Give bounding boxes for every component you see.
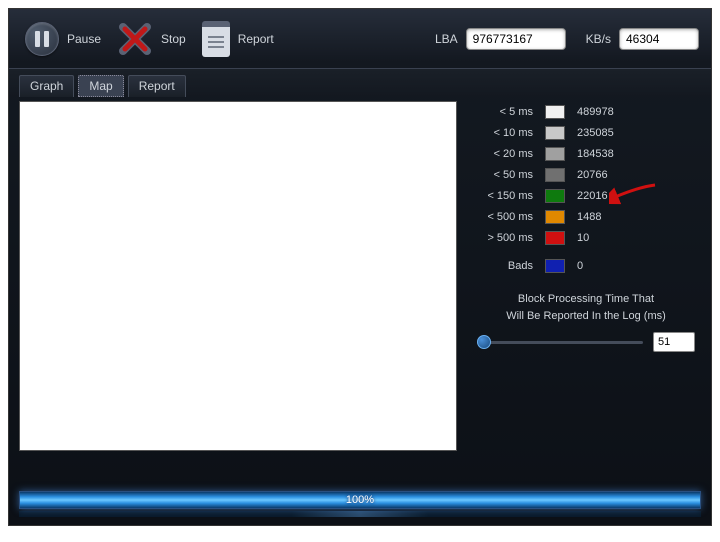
legend-value: 235085 [577, 127, 637, 139]
toolbar: Pause Stop Report LBA KB/s [9, 9, 711, 69]
legend-row-bads: Bads 0 [477, 259, 695, 273]
log-threshold-slider[interactable] [477, 341, 643, 344]
legend-value: 489978 [577, 106, 637, 118]
pause-icon [25, 22, 59, 56]
legend-label: < 500 ms [477, 211, 533, 223]
legend-panel: < 5 ms 489978 < 10 ms 235085 < 20 ms 184… [457, 101, 701, 459]
tab-report[interactable]: Report [128, 75, 186, 97]
lba-input[interactable] [466, 28, 566, 50]
pause-button[interactable]: Pause [21, 18, 105, 60]
slider-title-2: Will Be Reported In the Log (ms) [477, 308, 695, 325]
legend-swatch [545, 231, 565, 245]
legend-label: > 500 ms [477, 232, 533, 244]
kbs-input[interactable] [619, 28, 699, 50]
legend-row-gt500ms: > 500 ms 10 [477, 231, 695, 245]
legend-value: 10 [577, 232, 637, 244]
legend-row-150ms: < 150 ms 22016 [477, 189, 695, 203]
legend-row-500ms: < 500 ms 1488 [477, 210, 695, 224]
tab-graph[interactable]: Graph [19, 75, 74, 97]
legend-label: < 50 ms [477, 169, 533, 181]
legend-value: 184538 [577, 148, 637, 160]
stop-label: Stop [161, 32, 186, 46]
stop-icon [117, 21, 153, 57]
report-button[interactable]: Report [198, 17, 278, 61]
pause-label: Pause [67, 32, 101, 46]
legend-value: 20766 [577, 169, 637, 181]
progress-section: 100% [19, 491, 701, 517]
legend-label: < 150 ms [477, 190, 533, 202]
legend-swatch [545, 189, 565, 203]
lba-label: LBA [435, 32, 458, 46]
legend-value: 22016 [577, 190, 637, 202]
log-threshold-section: Block Processing Time That Will Be Repor… [477, 291, 695, 352]
stop-button[interactable]: Stop [113, 17, 190, 61]
legend-row-20ms: < 20 ms 184538 [477, 147, 695, 161]
content-area: < 5 ms 489978 < 10 ms 235085 < 20 ms 184… [9, 97, 711, 459]
slider-title-1: Block Processing Time That [477, 291, 695, 308]
slider-thumb[interactable] [477, 335, 491, 349]
legend-value: 1488 [577, 211, 637, 223]
tab-map[interactable]: Map [78, 75, 123, 97]
legend-swatch [545, 210, 565, 224]
kbs-label: KB/s [586, 32, 611, 46]
app-window: Pause Stop Report LBA KB/s Gra [8, 8, 712, 526]
legend-row-50ms: < 50 ms 20766 [477, 168, 695, 182]
legend-label: < 10 ms [477, 127, 533, 139]
legend-swatch [545, 259, 565, 273]
legend-row-10ms: < 10 ms 235085 [477, 126, 695, 140]
report-label: Report [238, 32, 274, 46]
log-threshold-input[interactable] [653, 332, 695, 352]
legend-swatch [545, 147, 565, 161]
progress-glow [19, 511, 701, 517]
legend-row-5ms: < 5 ms 489978 [477, 105, 695, 119]
legend-swatch [545, 105, 565, 119]
legend-swatch [545, 126, 565, 140]
map-canvas [19, 101, 457, 451]
legend-label: < 5 ms [477, 106, 533, 118]
legend-swatch [545, 168, 565, 182]
progress-bar: 100% [19, 491, 701, 509]
tab-bar: Graph Map Report [9, 69, 711, 97]
bads-value: 0 [577, 260, 637, 272]
clipboard-icon [202, 21, 230, 57]
legend-label: < 20 ms [477, 148, 533, 160]
progress-percent: 100% [346, 494, 374, 506]
bads-label: Bads [477, 260, 533, 272]
